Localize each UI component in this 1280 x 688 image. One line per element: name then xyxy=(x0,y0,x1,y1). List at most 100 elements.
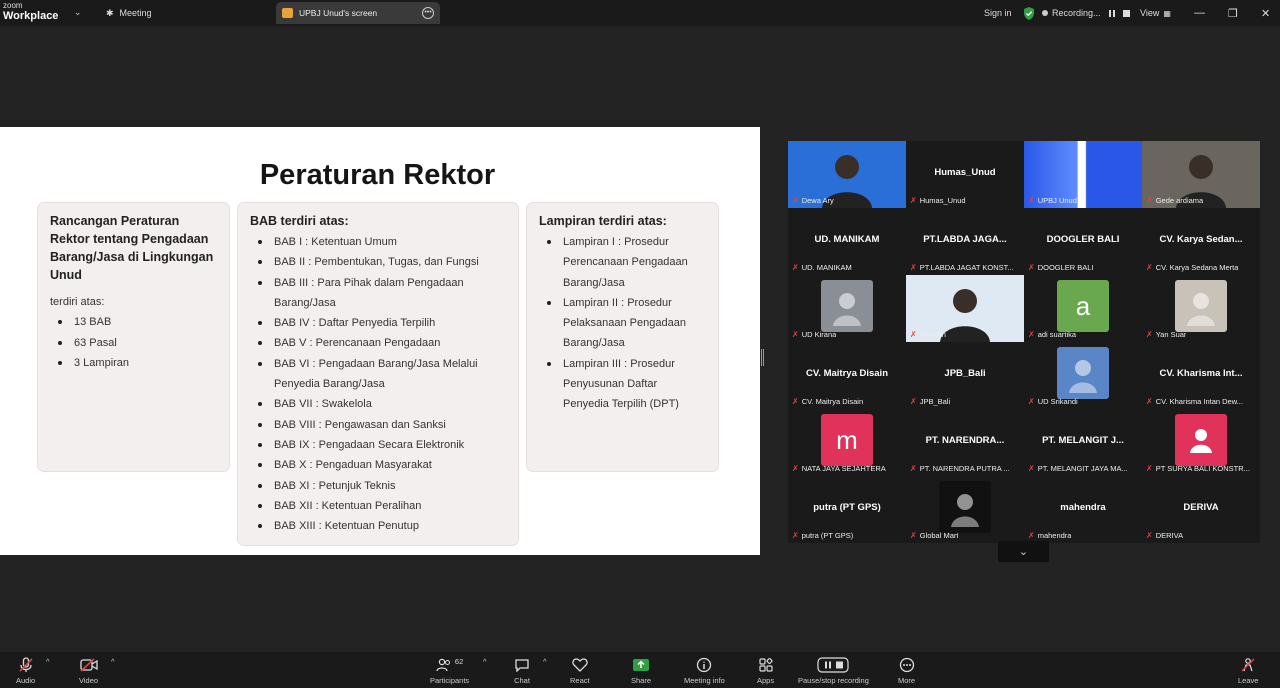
video-options-chevron-icon[interactable]: ^ xyxy=(111,657,115,666)
audio-label: Audio xyxy=(16,676,36,685)
sign-in-button[interactable]: Sign in xyxy=(984,0,1012,26)
participant-name: CV. Maitrya Disain xyxy=(801,397,864,406)
pause-icon[interactable] xyxy=(1108,9,1115,17)
participant-tile[interactable]: PT.LABDA JAGA... ✗ PT.LABDA JAGAT KONST... xyxy=(906,208,1024,275)
participant-name-label: ✗ Yan Suar xyxy=(1146,330,1186,339)
leave-button[interactable]: Leave xyxy=(1238,654,1258,685)
video-off-icon xyxy=(79,654,98,676)
participant-name-label: ✗ PT.LABDA JAGAT KONST... xyxy=(910,263,1014,272)
participant-tile[interactable]: ✗ UD Srikandi xyxy=(1024,342,1142,409)
participant-name-label: ✗ UD Srikandi xyxy=(1028,397,1078,406)
tab-shared-screen-label: UPBJ Unud's screen xyxy=(299,8,378,18)
participant-display-name: PT. NARENDRA... xyxy=(925,435,1005,446)
mic-muted-icon: ✗ xyxy=(792,464,799,473)
tab-shared-screen[interactable]: UPBJ Unud's screen ••• xyxy=(276,2,440,24)
gallery-scroll-down-button[interactable]: ⌄ xyxy=(998,541,1049,562)
participant-name: PT. MELANGIT JAYA MA... xyxy=(1037,464,1128,473)
participant-name: PT.LABDA JAGAT KONST... xyxy=(919,263,1014,272)
participant-tile[interactable]: putra (PT GPS) ✗ putra (PT GPS) xyxy=(788,476,906,543)
mic-muted-icon: ✗ xyxy=(910,531,917,540)
participant-name: Global Mart xyxy=(919,531,959,540)
participant-name: UD Kirana xyxy=(801,330,837,339)
restore-button[interactable]: ❐ xyxy=(1228,0,1238,26)
participant-tile[interactable]: ✗ Global Mart xyxy=(906,476,1024,543)
recording-label: Recording... xyxy=(1052,8,1101,18)
participant-tile[interactable]: CV. Kharisma Int... ✗ CV. Kharisma Intan D… xyxy=(1142,342,1260,409)
participant-name-label: ✗ CV. Maitrya Disain xyxy=(792,397,863,406)
meeting-info-button[interactable]: Meeting info xyxy=(684,654,725,685)
security-shield-icon[interactable] xyxy=(1023,0,1035,26)
participant-tile[interactable]: UD. MANIKAM ✗ UD. MANIKAM xyxy=(788,208,906,275)
participant-tile[interactable]: mahendra ✗ mahendra xyxy=(1024,476,1142,543)
stop-icon[interactable] xyxy=(1122,9,1130,17)
participant-display-name: DERIVA xyxy=(1183,502,1219,513)
participant-tile[interactable]: m ✗ NATA JAYA SEJAHTERA xyxy=(788,409,906,476)
audio-button[interactable]: Audio xyxy=(16,654,35,685)
apps-button[interactable]: Apps xyxy=(757,654,774,685)
chat-label: Chat xyxy=(514,676,530,685)
more-button[interactable]: More xyxy=(898,654,915,685)
participant-name: Dewa Ary xyxy=(801,196,834,205)
participant-name-label: ✗ mahendra xyxy=(1028,531,1071,540)
participant-tile[interactable]: ✗ UD Kirana xyxy=(788,275,906,342)
slide-card-bab: BAB terdiri atas: BAB I : Ketentuan Umum… xyxy=(237,202,519,546)
participant-tile[interactable]: a ✗ adi suartika xyxy=(1024,275,1142,342)
chat-options-chevron-icon[interactable]: ^ xyxy=(543,657,547,666)
list-item: BAB IV : Daftar Penyedia Terpilih xyxy=(250,313,506,333)
participant-name-label: ✗ CV. Kharisma Intan Dew... xyxy=(1146,397,1243,406)
slide-card-lampiran: Lampiran terdiri atas: Lampiran I : Pros… xyxy=(526,202,719,472)
leave-icon xyxy=(1240,654,1256,676)
card-heading: Rancangan Peraturan Rektor tentang Penga… xyxy=(50,214,214,282)
list-item: BAB VII : Swakelola xyxy=(250,394,506,414)
mic-muted-icon: ✗ xyxy=(910,196,917,205)
split-resize-handle[interactable] xyxy=(761,349,764,366)
participant-tile[interactable]: PT. MELANGIT J... ✗ PT. MELANGIT JAYA MA..… xyxy=(1024,409,1142,476)
tab-meeting[interactable]: ✱ Meeting xyxy=(106,5,152,21)
avatar-initial: m xyxy=(836,424,858,455)
view-label: View xyxy=(1140,8,1160,18)
slide-title: Peraturan Rektor xyxy=(259,159,496,191)
more-options-icon[interactable]: ••• xyxy=(422,7,434,19)
recording-indicator: Recording... xyxy=(1042,0,1130,26)
participant-tile[interactable]: JPB_Bali ✗ JPB_Bali xyxy=(906,342,1024,409)
react-button[interactable]: React xyxy=(570,654,590,685)
mic-muted-icon: ✗ xyxy=(792,263,799,272)
participant-tile[interactable]: PT. NARENDRA... ✗ PT. NARENDRA PUTRA ... xyxy=(906,409,1024,476)
participant-name-label: ✗ Gede ardiama xyxy=(1146,196,1203,205)
share-button[interactable]: Share xyxy=(631,654,651,685)
close-icon[interactable]: ✕ xyxy=(1261,0,1270,26)
avatar xyxy=(1175,280,1227,332)
minimize-button[interactable]: — xyxy=(1194,0,1205,26)
view-button[interactable]: View ▦ xyxy=(1140,0,1171,26)
participant-tile[interactable]: CV. Karya Sedan... ✗ CV. Karya Sedana Mert… xyxy=(1142,208,1260,275)
participant-tile[interactable]: ✗ UPBJ Unud xyxy=(1024,141,1142,208)
participant-tile[interactable]: DERIVA ✗ DERIVA xyxy=(1142,476,1260,543)
chat-button[interactable]: Chat xyxy=(514,654,530,685)
participant-name: CV. Kharisma Intan Dew... xyxy=(1155,397,1243,406)
participant-tile[interactable]: Humas_Unud ✗ Humas_Unud xyxy=(906,141,1024,208)
participants-button[interactable]: 62 Participants xyxy=(430,654,469,686)
participant-tile[interactable]: ✗ Dewa Ary xyxy=(788,141,906,208)
participant-tile[interactable]: ✗ PT SURYA BALI KONSTR... xyxy=(1142,409,1260,476)
participant-gallery: ✗ Dewa Ary Humas_Unud ✗ Humas_Unud ✗ UPBJ Unud… xyxy=(788,141,1260,543)
participant-tile[interactable]: CV. Maitrya Disain ✗ CV. Maitrya Disain xyxy=(788,342,906,409)
participant-display-name: mahendra xyxy=(1060,502,1106,513)
pause-stop-recording-button[interactable]: Pause/stop recording xyxy=(798,654,869,685)
chevron-down-icon[interactable]: ⌄ xyxy=(74,7,82,18)
title-bar: zoom Workplace ⌄ ✱ Meeting UPBJ Unud's s… xyxy=(0,0,1280,26)
participant-tile[interactable]: ✗ Gede ardiama xyxy=(1142,141,1260,208)
participant-tile[interactable]: ✗ Yan Suar xyxy=(1142,275,1260,342)
participant-name: PT. NARENDRA PUTRA ... xyxy=(919,464,1010,473)
mic-muted-icon: ✗ xyxy=(1028,263,1035,272)
video-button[interactable]: Video xyxy=(79,654,98,685)
participant-name-label: ✗ ariawan xyxy=(910,330,946,339)
list-item: BAB X : Pengaduan Masyarakat xyxy=(250,455,506,475)
mic-muted-icon: ✗ xyxy=(1028,330,1035,339)
mic-muted-icon: ✗ xyxy=(1146,196,1153,205)
audio-options-chevron-icon[interactable]: ^ xyxy=(46,657,50,666)
react-label: React xyxy=(570,676,590,685)
participant-tile[interactable]: ✗ ariawan xyxy=(906,275,1024,342)
participant-tile[interactable]: DOOGLER BALI ✗ DOOGLER BALI xyxy=(1024,208,1142,275)
participant-name: JPB_Bali xyxy=(919,397,951,406)
participants-options-chevron-icon[interactable]: ^ xyxy=(483,657,487,666)
